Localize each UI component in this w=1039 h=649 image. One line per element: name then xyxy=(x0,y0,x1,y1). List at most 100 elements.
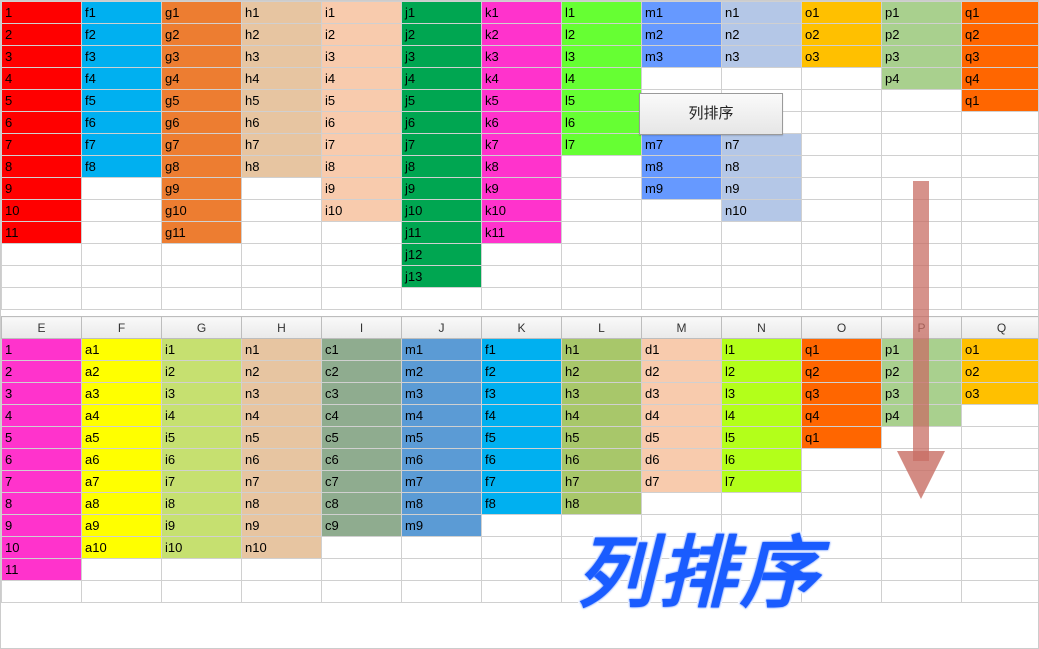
cell[interactable] xyxy=(962,178,1039,200)
cell[interactable]: f2 xyxy=(482,361,562,383)
cell[interactable]: j4 xyxy=(402,68,482,90)
cell[interactable]: l3 xyxy=(722,383,802,405)
cell[interactable]: d1 xyxy=(642,339,722,361)
cell[interactable] xyxy=(162,244,242,266)
cell[interactable]: o3 xyxy=(962,383,1039,405)
cell[interactable] xyxy=(2,288,82,310)
cell[interactable]: 10 xyxy=(2,200,82,222)
cell[interactable]: j2 xyxy=(402,24,482,46)
cell[interactable] xyxy=(242,559,322,581)
cell[interactable]: h8 xyxy=(242,156,322,178)
cell[interactable] xyxy=(802,68,882,90)
cell[interactable] xyxy=(722,244,802,266)
cell[interactable] xyxy=(2,581,82,603)
cell[interactable] xyxy=(962,493,1039,515)
cell[interactable]: k7 xyxy=(482,134,562,156)
cell[interactable] xyxy=(562,244,642,266)
cell[interactable]: d6 xyxy=(642,449,722,471)
cell[interactable]: h5 xyxy=(562,427,642,449)
cell[interactable] xyxy=(402,537,482,559)
cell[interactable]: m1 xyxy=(642,2,722,24)
cell[interactable]: n3 xyxy=(722,46,802,68)
cell[interactable] xyxy=(242,581,322,603)
cell[interactable] xyxy=(962,515,1039,537)
cell[interactable]: p3 xyxy=(882,46,962,68)
cell[interactable]: c5 xyxy=(322,427,402,449)
cell[interactable] xyxy=(82,559,162,581)
cell[interactable]: k8 xyxy=(482,156,562,178)
cell[interactable] xyxy=(882,112,962,134)
cell[interactable]: p3 xyxy=(882,383,962,405)
cell[interactable] xyxy=(882,559,962,581)
cell[interactable] xyxy=(322,266,402,288)
cell[interactable]: n7 xyxy=(242,471,322,493)
cell[interactable]: j13 xyxy=(402,266,482,288)
cell[interactable]: g9 xyxy=(162,178,242,200)
cell[interactable]: p1 xyxy=(882,339,962,361)
cell[interactable]: c9 xyxy=(322,515,402,537)
cell[interactable]: q1 xyxy=(962,90,1039,112)
cell[interactable] xyxy=(402,581,482,603)
cell[interactable] xyxy=(242,266,322,288)
cell[interactable]: i10 xyxy=(322,200,402,222)
cell[interactable]: f4 xyxy=(82,68,162,90)
cell[interactable]: n9 xyxy=(722,178,802,200)
cell[interactable] xyxy=(82,581,162,603)
cell[interactable] xyxy=(802,244,882,266)
cell[interactable]: 7 xyxy=(2,134,82,156)
cell[interactable]: k4 xyxy=(482,68,562,90)
cell[interactable] xyxy=(962,134,1039,156)
column-header[interactable]: H xyxy=(242,317,322,339)
grid-after-sort[interactable]: EFGHIJKLMNOPQ1a1i1n1c1m1f1h1d1l1q1p1o12a… xyxy=(1,316,1039,603)
cell[interactable]: n7 xyxy=(722,134,802,156)
cell[interactable]: j6 xyxy=(402,112,482,134)
cell[interactable] xyxy=(562,178,642,200)
cell[interactable]: l1 xyxy=(562,2,642,24)
cell[interactable]: 2 xyxy=(2,24,82,46)
cell[interactable]: g5 xyxy=(162,90,242,112)
cell[interactable] xyxy=(562,266,642,288)
cell[interactable]: 8 xyxy=(2,156,82,178)
cell[interactable]: j12 xyxy=(402,244,482,266)
cell[interactable]: c4 xyxy=(322,405,402,427)
cell[interactable]: h5 xyxy=(242,90,322,112)
cell[interactable] xyxy=(482,515,562,537)
cell[interactable] xyxy=(322,288,402,310)
cell[interactable]: n3 xyxy=(242,383,322,405)
cell[interactable]: i6 xyxy=(162,449,242,471)
column-header[interactable]: Q xyxy=(962,317,1039,339)
column-sort-button[interactable]: 列排序 xyxy=(639,93,783,135)
cell[interactable] xyxy=(962,244,1039,266)
cell[interactable] xyxy=(642,266,722,288)
cell[interactable] xyxy=(882,493,962,515)
cell[interactable]: 7 xyxy=(2,471,82,493)
column-header[interactable]: K xyxy=(482,317,562,339)
cell[interactable]: a5 xyxy=(82,427,162,449)
cell[interactable]: m7 xyxy=(402,471,482,493)
cell[interactable]: m9 xyxy=(402,515,482,537)
cell[interactable] xyxy=(562,200,642,222)
cell[interactable]: d5 xyxy=(642,427,722,449)
cell[interactable]: f1 xyxy=(82,2,162,24)
cell[interactable]: g6 xyxy=(162,112,242,134)
cell[interactable] xyxy=(162,266,242,288)
cell[interactable] xyxy=(562,156,642,178)
cell[interactable] xyxy=(962,581,1039,603)
cell[interactable]: d4 xyxy=(642,405,722,427)
cell[interactable] xyxy=(882,134,962,156)
cell[interactable]: n2 xyxy=(722,24,802,46)
cell[interactable]: m7 xyxy=(642,134,722,156)
cell[interactable]: q1 xyxy=(962,2,1039,24)
cell[interactable] xyxy=(882,515,962,537)
cell[interactable]: i5 xyxy=(322,90,402,112)
cell[interactable]: i7 xyxy=(322,134,402,156)
cell[interactable]: h2 xyxy=(242,24,322,46)
cell[interactable] xyxy=(482,288,562,310)
cell[interactable] xyxy=(882,244,962,266)
cell[interactable]: g8 xyxy=(162,156,242,178)
cell[interactable]: j11 xyxy=(402,222,482,244)
cell[interactable]: l2 xyxy=(562,24,642,46)
cell[interactable]: m1 xyxy=(402,339,482,361)
cell[interactable]: o2 xyxy=(962,361,1039,383)
cell[interactable]: k3 xyxy=(482,46,562,68)
